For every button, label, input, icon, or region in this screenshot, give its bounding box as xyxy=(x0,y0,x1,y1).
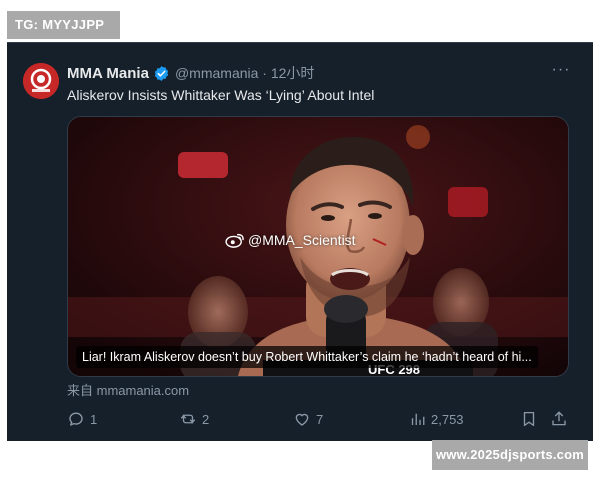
like-button[interactable]: 7 xyxy=(293,409,323,429)
retweet-count: 2 xyxy=(202,411,210,427)
tweet-text: Aliskerov Insists Whittaker Was ‘Lying’ … xyxy=(67,87,375,103)
mma-mania-logo-icon xyxy=(23,63,59,99)
reply-button[interactable]: 1 xyxy=(67,409,97,429)
share-icon xyxy=(552,411,566,426)
tweet-card[interactable]: MMA Mania @mmamania · 12小时 ··· Aliskerov… xyxy=(7,42,593,441)
source-link[interactable]: 来自 mmamania.com xyxy=(67,380,189,399)
retweet-button[interactable]: 2 xyxy=(179,409,209,429)
retweet-icon xyxy=(180,414,196,424)
display-name[interactable]: MMA Mania xyxy=(67,65,149,82)
reply-count: 1 xyxy=(90,411,98,427)
avatar[interactable] xyxy=(23,63,59,99)
views-button[interactable]: 2,753 xyxy=(408,409,464,429)
like-icon xyxy=(295,413,309,426)
verified-icon xyxy=(154,65,169,81)
bookmark-icon xyxy=(523,411,535,427)
site-watermark: www.2025djsports.com xyxy=(432,440,588,470)
overlay-tag: TG: MYYJJPP xyxy=(7,11,120,39)
tweet-actions: 1 2 7 2,753 xyxy=(7,409,593,429)
share-button[interactable] xyxy=(550,409,573,429)
views-count: 2,753 xyxy=(431,411,464,427)
weibo-icon xyxy=(225,233,244,248)
more-options-icon[interactable]: ··· xyxy=(551,62,571,81)
media-watermark: @MMA_Scientist xyxy=(225,232,356,248)
tweet-media[interactable]: UFC 298 @MMA_Scientist Liar! Ikram Alisk… xyxy=(67,116,569,377)
like-count: 7 xyxy=(316,411,324,427)
watermark-text: @MMA_Scientist xyxy=(248,232,356,248)
bookmark-button[interactable] xyxy=(520,409,543,429)
handle-and-time[interactable]: @mmamania · 12小时 xyxy=(175,63,314,83)
tweet-header: MMA Mania @mmamania · 12小时 xyxy=(67,63,314,83)
media-caption: Liar! Ikram Aliskerov doesn’t buy Robert… xyxy=(76,346,538,368)
views-icon xyxy=(411,413,425,425)
reply-icon xyxy=(69,412,83,426)
